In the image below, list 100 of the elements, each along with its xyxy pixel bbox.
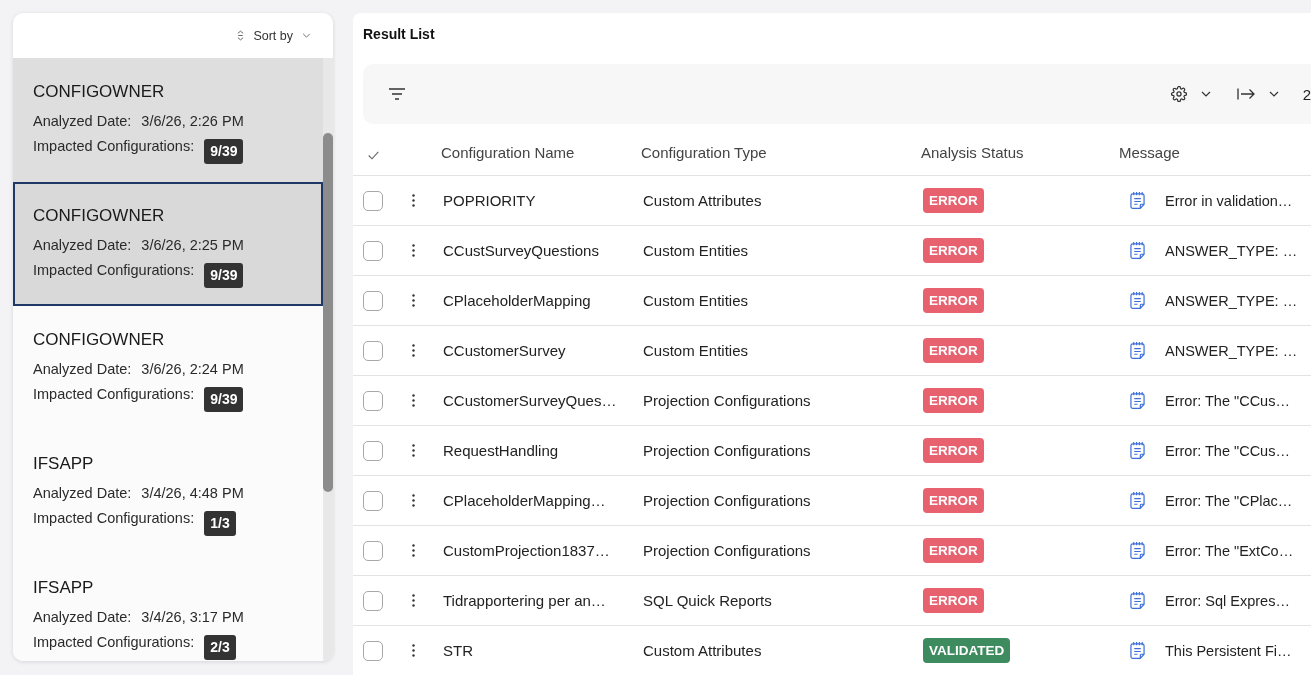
sort-button[interactable]: Sort by (235, 26, 313, 45)
caret-icon (1200, 91, 1211, 97)
column-header[interactable]: Analysis Status (921, 144, 1024, 161)
notepad-icon[interactable] (1130, 341, 1145, 360)
message-text: This Persistent Fi… (1165, 642, 1292, 659)
date-label: Analyzed Date: (33, 608, 132, 627)
owner-name: CONFIGOWNER (33, 205, 166, 227)
impacted-label: Impacted Configurations: (33, 385, 195, 404)
notepad-icon[interactable] (1130, 391, 1145, 410)
settings-button[interactable] (1168, 84, 1213, 104)
row-checkbox[interactable] (363, 590, 383, 611)
table-cell: POPRIORITY (443, 192, 536, 209)
count-badge: 9/39 (204, 139, 244, 164)
column-header[interactable]: Message (1119, 144, 1180, 161)
settings-icon (1170, 86, 1187, 102)
date-value: 3/6/26, 2:25 PM (141, 236, 244, 255)
table-cell: CPlaceholderMapping (443, 292, 591, 309)
row-checkbox[interactable] (363, 440, 383, 461)
notepad-icon[interactable] (1130, 541, 1145, 560)
toolbar-text: 2 (1302, 85, 1311, 103)
message-text: Error in validation… (1165, 192, 1293, 209)
notepad-icon[interactable] (1130, 191, 1145, 210)
status-badge: ERROR (923, 188, 984, 213)
table-cell: CCustSurveyQuestions (443, 242, 599, 259)
analysis-list-item[interactable]: CONFIGOWNER Analyzed Date: 3/6/26, 2:26 PM Impacted Configurations: 9/39 (13, 58, 323, 182)
kebab-menu-icon[interactable] (411, 344, 415, 357)
message-text: Error: The "CCus… (1165, 442, 1290, 459)
count-badge: 2/3 (204, 635, 236, 660)
count-badge: 9/39 (204, 387, 244, 412)
caret-icon (1268, 91, 1279, 97)
filter-button[interactable] (387, 86, 407, 102)
analysis-list-item[interactable]: CONFIGOWNER Analyzed Date: 3/6/26, 2:24 PM Impacted Configurations: 9/39 (13, 306, 323, 430)
message-text: Error: The "CPlac… (1165, 492, 1293, 509)
message-text: ANSWER_TYPE: … (1165, 342, 1298, 359)
row-checkbox[interactable] (363, 490, 383, 511)
table-cell: Custom Entities (643, 342, 749, 359)
filter-icon (389, 88, 405, 100)
status-badge: ERROR (923, 488, 984, 513)
impacted-label: Impacted Configurations: (33, 633, 195, 652)
column-header[interactable]: Configuration Name (441, 144, 575, 161)
kebab-menu-icon[interactable] (411, 494, 415, 507)
date-value: 3/4/26, 4:48 PM (141, 484, 244, 503)
status-badge: ERROR (923, 588, 984, 613)
table-cell: RequestHandling (443, 442, 559, 459)
date-label: Analyzed Date: (33, 236, 132, 255)
kebab-menu-icon[interactable] (411, 194, 415, 207)
kebab-menu-icon[interactable] (411, 594, 415, 607)
panel-title: Result List (363, 26, 435, 42)
kebab-menu-icon[interactable] (411, 444, 415, 457)
date-label: Analyzed Date: (33, 360, 132, 379)
row-checkbox[interactable] (363, 340, 383, 361)
notepad-icon[interactable] (1130, 291, 1145, 310)
row-checkbox[interactable] (363, 540, 383, 561)
count-badge: 1/3 (204, 511, 236, 536)
message-text: ANSWER_TYPE: … (1165, 242, 1298, 259)
table-cell: CCustomerSurveyQues… (443, 392, 617, 409)
kebab-menu-icon[interactable] (411, 294, 415, 307)
arrow-to-right-icon (1236, 88, 1255, 100)
export-button[interactable] (1234, 86, 1281, 102)
sort-icon (237, 30, 245, 41)
row-checkbox[interactable] (363, 390, 383, 411)
analysis-list-item[interactable]: IFSAPP Analyzed Date: 3/4/26, 3:17 PM Impacted Configurations: 2/3 (13, 554, 323, 661)
scrollbar-thumb[interactable] (323, 133, 333, 492)
table-cell: Projection Configurations (643, 442, 811, 459)
notepad-icon[interactable] (1130, 241, 1145, 260)
count-badge: 9/39 (204, 263, 244, 288)
notepad-icon[interactable] (1130, 491, 1145, 510)
date-value: 3/6/26, 2:26 PM (141, 112, 244, 131)
row-checkbox[interactable] (363, 290, 383, 311)
row-checkbox[interactable] (363, 240, 383, 261)
message-text: Error: The "CCus… (1165, 392, 1290, 409)
message-text: Error: Sql Expres… (1165, 592, 1290, 609)
analysis-list-item[interactable]: CONFIGOWNER Analyzed Date: 3/6/26, 2:25 PM Impacted Configurations: 9/39 (13, 182, 323, 306)
status-badge: ERROR (923, 288, 984, 313)
date-value: 3/4/26, 3:17 PM (141, 608, 244, 627)
table-cell: CCustomerSurvey (443, 342, 566, 359)
table-cell: Custom Attributes (643, 642, 762, 659)
row-checkbox[interactable] (363, 640, 383, 661)
row-checkbox[interactable] (363, 190, 383, 211)
date-value: 3/6/26, 2:24 PM (141, 360, 244, 379)
kebab-menu-icon[interactable] (411, 244, 415, 257)
status-badge: ERROR (923, 538, 984, 563)
column-header[interactable]: Configuration Type (641, 144, 767, 161)
select-all-check-icon[interactable] (368, 151, 379, 160)
status-badge: ERROR (923, 438, 984, 463)
notepad-icon[interactable] (1130, 591, 1145, 610)
message-text: ANSWER_TYPE: … (1165, 292, 1298, 309)
caret-icon (302, 33, 311, 38)
analysis-list-item[interactable]: IFSAPP Analyzed Date: 3/4/26, 4:48 PM Impacted Configurations: 1/3 (13, 430, 323, 554)
notepad-icon[interactable] (1130, 441, 1145, 460)
kebab-menu-icon[interactable] (411, 544, 415, 557)
impacted-label: Impacted Configurations: (33, 509, 195, 528)
kebab-menu-icon[interactable] (411, 644, 415, 657)
notepad-icon[interactable] (1130, 641, 1145, 660)
table-cell: Projection Configurations (643, 542, 811, 559)
owner-name: CONFIGOWNER (33, 81, 166, 103)
kebab-menu-icon[interactable] (411, 394, 415, 407)
table-cell: Custom Entities (643, 242, 749, 259)
table-cell: SQL Quick Reports (643, 592, 772, 609)
status-badge: VALIDATED (923, 638, 1011, 663)
